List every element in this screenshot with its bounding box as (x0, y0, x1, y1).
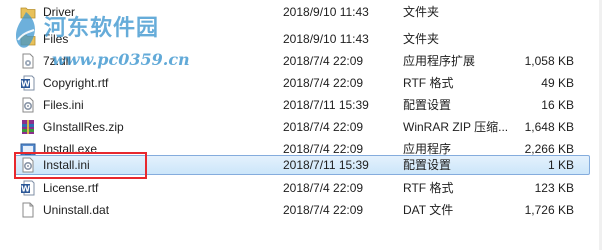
file-date: 2018/7/4 22:09 (283, 54, 364, 68)
rtf-file-icon: W (20, 180, 36, 196)
file-size: 49 KB (541, 76, 574, 90)
file-name: Driver (43, 5, 75, 19)
file-date: 2018/9/10 11:43 (283, 5, 369, 19)
file-date: 2018/7/4 22:09 (283, 120, 364, 134)
file-name: Files (43, 32, 69, 46)
file-name: Files.ini (43, 98, 84, 112)
file-type: WinRAR ZIP 压缩... (403, 120, 509, 134)
file-date: 2018/9/10 11:43 (283, 32, 369, 46)
file-row[interactable]: W License.rtf 2018/7/4 22:09 RTF 格式 123 … (14, 178, 590, 198)
file-size: 1,726 KB (524, 203, 574, 217)
folder-icon (20, 31, 36, 47)
file-size: 1,648 KB (524, 120, 574, 134)
zip-file-icon (20, 119, 36, 135)
folder-icon (20, 4, 36, 20)
svg-text:W: W (21, 80, 30, 89)
file-row[interactable]: GInstallRes.zip 2018/7/4 22:09 WinRAR ZI… (14, 117, 590, 137)
file-name: Copyright.rtf (43, 76, 109, 90)
file-name: Uninstall.dat (43, 203, 110, 217)
file-date: 2018/7/4 22:09 (283, 181, 364, 195)
file-row[interactable]: Uninstall.dat 2018/7/4 22:09 DAT 文件 1,72… (14, 200, 590, 220)
file-type: 文件夹 (403, 32, 440, 46)
file-size: 1 KB (547, 158, 574, 172)
file-name: GInstallRes.zip (43, 120, 124, 134)
file-date: 2018/7/11 15:39 (283, 98, 369, 112)
file-row[interactable]: Driver 2018/9/10 11:43 文件夹 (14, 2, 590, 22)
file-size: 16 KB (541, 98, 574, 112)
file-size: 1,058 KB (524, 54, 574, 68)
dat-file-icon (20, 202, 36, 218)
file-type: RTF 格式 (403, 76, 454, 90)
file-name: 7z.dll (43, 54, 72, 68)
file-list: Driver 2018/9/10 11:43 文件夹 Files 2018/9/… (0, 0, 602, 250)
svg-text:W: W (21, 185, 30, 194)
file-type: 配置设置 (403, 158, 452, 172)
file-row[interactable]: Files 2018/9/10 11:43 文件夹 (14, 29, 590, 49)
file-date: 2018/7/11 15:39 (283, 158, 369, 172)
file-type: 配置设置 (403, 98, 452, 112)
file-type: RTF 格式 (403, 181, 454, 195)
rtf-file-icon: W (20, 75, 36, 91)
file-row[interactable]: 7z.dll 2018/7/4 22:09 应用程序扩展 1,058 KB (14, 51, 590, 71)
dll-file-icon (20, 53, 36, 69)
file-type: DAT 文件 (403, 203, 454, 217)
file-size: 123 KB (534, 181, 574, 195)
ini-file-icon (20, 97, 36, 113)
file-type: 文件夹 (403, 5, 440, 19)
file-row[interactable]: Files.ini 2018/7/11 15:39 配置设置 16 KB (14, 95, 590, 115)
file-date: 2018/7/4 22:09 (283, 76, 364, 90)
file-type: 应用程序扩展 (403, 54, 476, 68)
file-date: 2018/7/4 22:09 (283, 203, 364, 217)
file-name: License.rtf (43, 181, 99, 195)
file-row[interactable]: W Copyright.rtf 2018/7/4 22:09 RTF 格式 49… (14, 73, 590, 93)
red-highlight-box (14, 152, 147, 179)
